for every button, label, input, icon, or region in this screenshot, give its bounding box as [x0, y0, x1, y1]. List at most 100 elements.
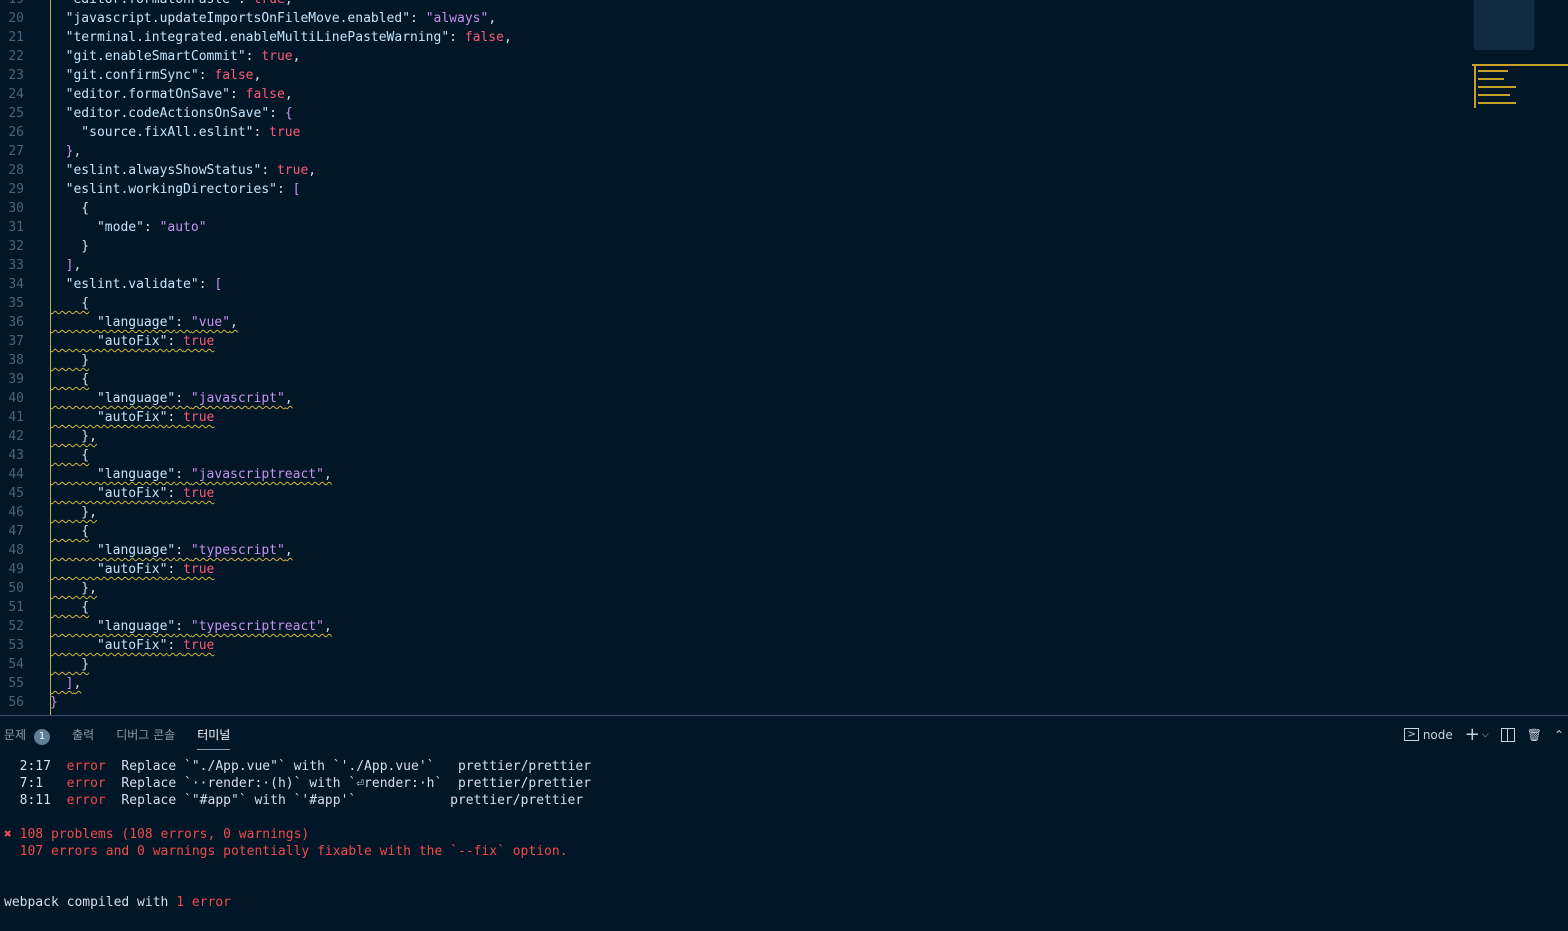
code-token: ] [50, 258, 74, 273]
tab-1[interactable]: 출력 [72, 726, 94, 750]
code-line: 22 "git.enableSmartCommit": true, [0, 47, 1470, 66]
code-token: "autoFix" [50, 410, 168, 425]
line-number: 38 [8, 353, 24, 368]
terminal-text: Replace `··render:·(h)` with `⏎render:·h… [105, 776, 592, 791]
code-token: : [175, 391, 191, 406]
code-line: 43 { [0, 446, 1470, 465]
trash-icon[interactable]: 🗑 [1527, 728, 1542, 742]
code-text: ], [50, 258, 82, 273]
terminal-text: ✖ 108 problems (108 errors, 0 warnings) [4, 827, 310, 842]
code-text: "eslint.alwaysShowStatus": true, [50, 163, 316, 178]
code-line: 39 { [0, 370, 1470, 389]
line-number: 33 [8, 258, 24, 273]
line-number: 35 [8, 296, 24, 311]
code-line: 29 "eslint.workingDirectories": [ [0, 180, 1470, 199]
code-text: "language": "javascript", [50, 391, 293, 406]
line-number: 43 [8, 448, 24, 463]
code-line: 25 "editor.codeActionsOnSave": { [0, 104, 1470, 123]
code-line: 50 }, [0, 579, 1470, 598]
code-line: 27 }, [0, 142, 1470, 161]
code-token: true [183, 638, 215, 653]
code-token: "eslint.validate" [50, 277, 199, 292]
line-number: 48 [8, 543, 24, 558]
terminal-line: ✖ 108 problems (108 errors, 0 warnings) [4, 826, 591, 843]
split-terminal-icon[interactable] [1500, 727, 1515, 742]
code-text: ], [50, 676, 82, 691]
line-number: 40 [8, 391, 24, 406]
code-token: , [230, 315, 238, 330]
code-token: "mode" [50, 220, 144, 235]
code-token: false [464, 30, 504, 45]
line-number: 50 [8, 581, 24, 596]
code-token: true [261, 49, 293, 64]
code-token: { [50, 524, 90, 539]
maximize-panel-icon[interactable]: ⌃ [1554, 728, 1564, 742]
code-token: : [238, 0, 254, 7]
code-token: , [73, 258, 82, 273]
line-number: 28 [8, 163, 24, 178]
terminal-output[interactable]: 2:17 error Replace `"./App.vue"` with `'… [4, 758, 591, 911]
code-token: , [488, 11, 497, 26]
code-token: , [73, 144, 82, 159]
tab-3[interactable]: 터미널 [197, 726, 231, 750]
code-line: 54 } [0, 655, 1470, 674]
code-token: "terminal.integrated.enableMultiLinePast… [50, 30, 450, 45]
code-token: : [410, 11, 426, 26]
line-number: 37 [8, 334, 24, 349]
code-text: { [50, 524, 89, 539]
code-token: { [50, 448, 90, 463]
line-number: 20 [8, 11, 24, 26]
line-number: 26 [8, 125, 24, 140]
line-number: 53 [8, 638, 24, 653]
tab-2[interactable]: 디버그 콘솔 [116, 726, 175, 750]
code-editor[interactable]: 19 "editor.formatOnPaste": true,20 "java… [0, 0, 1568, 715]
code-text: "autoFix": true [50, 486, 214, 501]
code-text: "eslint.validate": [ [50, 277, 223, 292]
line-number: 49 [8, 562, 24, 577]
code-token: "editor.codeActionsOnSave" [50, 106, 270, 121]
code-token: true [276, 163, 309, 178]
code-line: 40 "language": "javascript", [0, 389, 1470, 408]
code-line: 33 ], [0, 256, 1470, 275]
line-number: 55 [8, 676, 24, 691]
terminal-text: Replace `"./App.vue"` with `'./App.vue'`… [105, 759, 592, 774]
code-token: : [167, 638, 184, 653]
code-token: "autoFix" [50, 486, 168, 501]
line-number: 21 [8, 30, 24, 45]
code-line: 36 "language": "vue", [0, 313, 1470, 332]
code-token: "language" [50, 467, 176, 482]
code-token: [ [292, 182, 301, 197]
code-token: { [284, 106, 293, 121]
tab-0[interactable]: 문제 1 [4, 726, 51, 750]
terminal-text: webpack compiled with [4, 895, 177, 910]
code-token: : [175, 619, 191, 634]
code-token: : [269, 106, 285, 121]
code-token: : [143, 220, 160, 235]
code-text: { [50, 372, 89, 387]
code-text: }, [50, 144, 82, 159]
line-number: 19 [0, 0, 24, 9]
chevron-down-icon[interactable]: ⌵ [1482, 730, 1489, 740]
line-number: 34 [8, 277, 24, 292]
terminal-actions: > node + ⌵ 🗑 ⌃ [1404, 724, 1564, 745]
terminal-selector[interactable]: node [1423, 728, 1453, 742]
code-text: "autoFix": true [50, 638, 214, 653]
code-token: }, [50, 429, 97, 444]
code-token: , [253, 68, 262, 83]
tab-label: 문제 [4, 728, 27, 742]
line-number: 44 [8, 467, 24, 482]
new-terminal-button[interactable]: + [1465, 724, 1480, 745]
code-line: 24 "editor.formatOnSave": false, [0, 85, 1470, 104]
code-line: 56} [0, 693, 1470, 712]
code-token: "javascriptreact" [190, 467, 324, 482]
code-text: } [50, 657, 89, 672]
code-line: 47 { [0, 522, 1470, 541]
code-line: 46 }, [0, 503, 1470, 522]
terminal-text: Replace `"#app"` with `'#app'` prettier/… [105, 793, 584, 808]
code-line: 35 { [0, 294, 1470, 313]
minimap[interactable] [1472, 0, 1568, 110]
terminal-text: 107 errors and 0 warnings potentially fi… [4, 844, 568, 859]
code-token: "typescriptreact" [190, 619, 324, 634]
code-token: : [175, 315, 191, 330]
